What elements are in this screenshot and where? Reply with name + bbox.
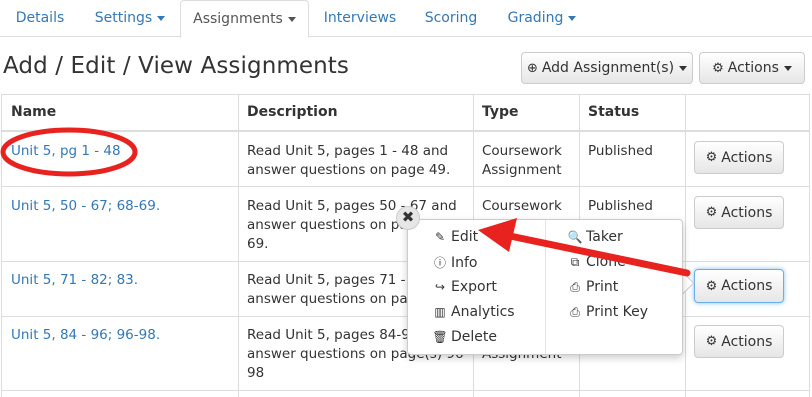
menu-label: Print Key xyxy=(586,304,649,320)
page-title: Add / Edit / View Assignments xyxy=(3,53,350,79)
actions-label: Actions xyxy=(727,60,779,76)
divider xyxy=(238,94,239,397)
print-icon: ⎙ xyxy=(570,305,580,319)
tab-interviews[interactable]: Interviews xyxy=(310,0,410,37)
tab-settings[interactable]: Settings xyxy=(80,0,180,37)
menu-item-edit[interactable]: ✎ Edit xyxy=(432,229,478,245)
description-line: Read Unit 5, pages 71 - 82 xyxy=(247,272,428,288)
row-actions-button[interactable]: ⚙ Actions xyxy=(694,325,784,358)
add-assignment-button[interactable]: ⊕ Add Assignment(s) xyxy=(521,52,693,84)
divider xyxy=(2,261,809,262)
trash-icon: 🗑 xyxy=(432,330,448,344)
gear-icon: ⚙ xyxy=(705,334,718,349)
divider xyxy=(545,220,546,354)
tab-label: Scoring xyxy=(424,10,478,26)
add-assignment-label: Add Assignment(s) xyxy=(541,60,675,76)
assignment-status: Published xyxy=(588,143,653,159)
assignment-name-link[interactable]: Unit 5, 50 - 67; 68-69. xyxy=(11,197,160,216)
gear-icon: ⚙ xyxy=(705,205,718,220)
actions-label: Actions xyxy=(721,333,773,350)
description-line: 98 xyxy=(247,365,265,381)
description-line: answer questions on page xyxy=(247,291,425,307)
caret-down-icon xyxy=(679,65,688,71)
menu-item-print-key[interactable]: ⎙ Print Key xyxy=(567,304,648,320)
type-line: Coursework xyxy=(482,143,562,159)
assignment-name-link[interactable]: Unit 5, 71 - 82; 83. xyxy=(11,271,138,290)
assignment-name-link[interactable]: Unit 5, 84 - 96; 96-98. xyxy=(11,326,160,345)
divider xyxy=(809,94,810,397)
divider xyxy=(685,94,686,397)
pencil-icon: ✎ xyxy=(434,230,446,244)
menu-label: Clone xyxy=(586,254,626,270)
description-line: Read Unit 5, pages 50 - 67 and xyxy=(247,198,457,214)
actions-label: Actions xyxy=(721,149,773,166)
menu-item-export[interactable]: ↪ Export xyxy=(432,279,497,295)
tab-label: Settings xyxy=(94,10,153,26)
tab-label: Assignments xyxy=(193,11,283,27)
row-actions-button-active[interactable]: ⚙ Actions xyxy=(694,269,784,303)
tab-scoring[interactable]: Scoring xyxy=(410,0,492,37)
row-actions-button[interactable]: ⚙ Actions xyxy=(694,141,784,174)
row-actions-button[interactable]: ⚙ Actions xyxy=(694,196,784,229)
info-icon: ⓘ xyxy=(433,256,446,270)
caret-down-icon xyxy=(287,16,296,22)
menu-label: Delete xyxy=(451,329,497,345)
divider xyxy=(2,94,809,95)
assignments-table: Name Description Type Status Unit 5, pg … xyxy=(1,94,810,397)
close-popover-icon[interactable]: ✖ xyxy=(396,206,420,230)
tab-assignments[interactable]: Assignments xyxy=(180,0,309,38)
actions-dropdown-button[interactable]: ⚙ Actions xyxy=(699,52,805,84)
caret-down-icon xyxy=(157,15,166,21)
menu-label: Print xyxy=(586,279,619,295)
menu-label: Analytics xyxy=(451,304,515,320)
menu-item-analytics[interactable]: ▥ Analytics xyxy=(432,304,515,320)
chart-icon: ▥ xyxy=(434,305,446,319)
menu-item-clone[interactable]: ⧉ Clone xyxy=(567,254,626,270)
assignment-status: Published xyxy=(588,198,653,214)
menu-item-print[interactable]: ⎙ Print xyxy=(567,279,618,295)
tab-bar: Details Settings Assignments Interviews … xyxy=(0,0,812,38)
assignment-type: Coursework Assignment xyxy=(482,142,562,180)
assignment-type: Coursework xyxy=(482,198,562,214)
tab-label: Interviews xyxy=(323,10,397,26)
column-header-description[interactable]: Description xyxy=(247,104,338,120)
gear-icon: ⚙ xyxy=(705,278,718,294)
menu-item-delete[interactable]: 🗑 Delete xyxy=(432,329,497,345)
gear-icon: ⚙ xyxy=(712,60,724,76)
share-icon: ↪ xyxy=(434,280,446,294)
assignment-description: Read Unit 5, pages 1 - 48 and answer que… xyxy=(247,142,450,180)
actions-label: Actions xyxy=(721,278,773,294)
menu-item-taker[interactable]: 🔍 Taker xyxy=(567,229,623,245)
tab-details[interactable]: Details xyxy=(0,0,80,37)
column-header-type[interactable]: Type xyxy=(482,104,519,120)
actions-label: Actions xyxy=(721,204,773,221)
tab-grading[interactable]: Grading xyxy=(494,0,590,37)
description-line: answer questions on page 49. xyxy=(247,162,451,178)
caret-down-icon xyxy=(568,15,577,21)
divider xyxy=(2,390,809,391)
plus-circle-icon: ⊕ xyxy=(526,60,538,76)
assignment-name-link[interactable]: Unit 5, pg 1 - 48 xyxy=(11,142,121,161)
copy-icon: ⧉ xyxy=(570,255,580,269)
tab-label: Grading xyxy=(507,10,564,26)
caret-down-icon xyxy=(783,65,792,71)
menu-label: Export xyxy=(451,279,497,295)
menu-item-info[interactable]: ⓘ Info xyxy=(432,254,478,271)
divider xyxy=(2,316,809,317)
menu-label: Taker xyxy=(586,229,623,245)
column-header-name[interactable]: Name xyxy=(11,104,56,120)
print-icon: ⎙ xyxy=(570,280,580,294)
gear-icon: ⚙ xyxy=(705,150,718,165)
description-line: Read Unit 5, pages 1 - 48 and xyxy=(247,143,449,159)
actions-popover-menu: ✎ Edit ⓘ Info ↪ Export ▥ Analytics 🗑 Delete 🔍… xyxy=(407,219,683,355)
menu-label: Edit xyxy=(451,229,479,245)
assignment-description: Read Unit 5, pages 71 - 82 answer questi… xyxy=(247,271,427,309)
menu-label: Info xyxy=(451,255,478,271)
divider xyxy=(2,186,809,187)
search-icon: 🔍 xyxy=(567,230,583,244)
type-line: Assignment xyxy=(482,162,562,178)
divider xyxy=(2,130,809,132)
column-header-status[interactable]: Status xyxy=(588,104,639,120)
tab-label: Details xyxy=(15,10,65,26)
